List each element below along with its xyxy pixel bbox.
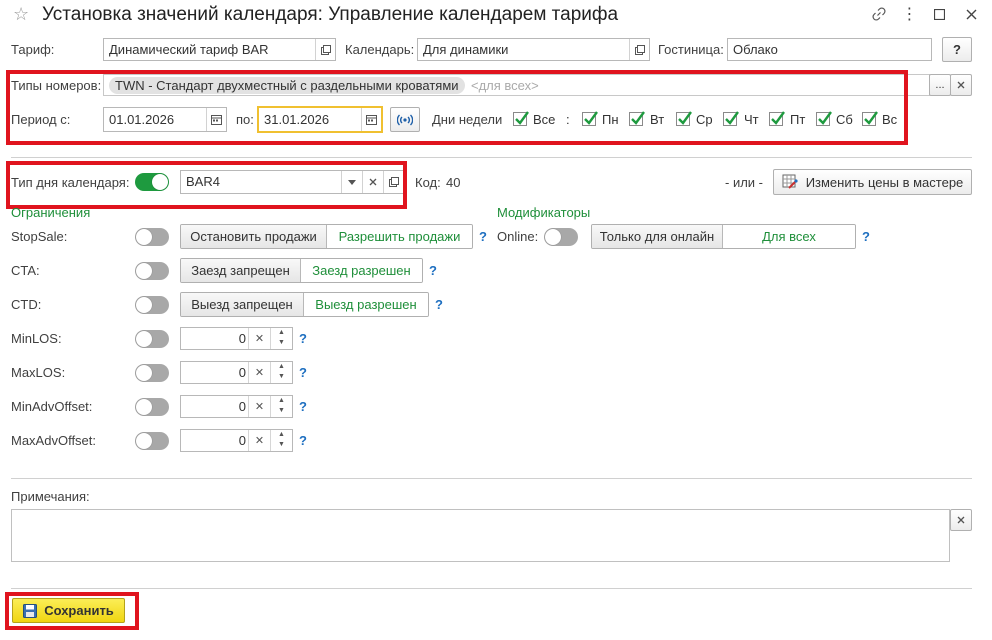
cta-allow-option[interactable]: Заезд разрешен bbox=[301, 259, 422, 282]
notes-label: Примечания: bbox=[11, 489, 90, 504]
maxlos-value: 0 bbox=[238, 365, 246, 380]
ctd-help[interactable]: ? bbox=[435, 297, 443, 313]
notes-textarea[interactable] bbox=[11, 509, 950, 562]
window-title: Установка значений календаря: Управление… bbox=[42, 4, 619, 25]
cta-toggle[interactable] bbox=[135, 262, 169, 280]
hotel-value: Облако bbox=[733, 42, 778, 57]
ctd-deny-option[interactable]: Выезд запрещен bbox=[181, 293, 304, 316]
maxlos-label: MaxLOS: bbox=[11, 365, 66, 380]
minadv-toggle[interactable] bbox=[135, 398, 169, 416]
close-icon[interactable] bbox=[960, 3, 982, 25]
clear-icon[interactable]: ✕ bbox=[248, 396, 270, 417]
stepper-icon[interactable]: ▲ ▼ bbox=[270, 362, 292, 383]
tariff-value: Динамический тариф BAR bbox=[109, 42, 269, 57]
minlos-toggle[interactable] bbox=[135, 330, 169, 348]
cta-label: CTA: bbox=[11, 263, 40, 278]
calendar-label: Календарь: bbox=[345, 42, 415, 57]
hotel-field[interactable]: Облако bbox=[727, 38, 932, 61]
stopsale-stop-option[interactable]: Остановить продажи bbox=[181, 225, 327, 248]
stopsale-help[interactable]: ? bbox=[479, 229, 487, 245]
minadv-input[interactable]: 0 ✕ ▲ ▼ bbox=[180, 395, 293, 418]
maxadv-help[interactable]: ? bbox=[299, 433, 307, 449]
stepper-icon[interactable]: ▲ ▼ bbox=[270, 396, 292, 417]
clear-icon[interactable]: ✕ bbox=[248, 430, 270, 451]
minadv-value: 0 bbox=[238, 399, 246, 414]
cta-help[interactable]: ? bbox=[429, 263, 437, 279]
stopsale-allow-option[interactable]: Разрешить продажи bbox=[327, 225, 472, 248]
ctd-toggle[interactable] bbox=[135, 296, 169, 314]
maxlos-input[interactable]: 0 ✕ ▲ ▼ bbox=[180, 361, 293, 384]
separator bbox=[11, 588, 972, 589]
open-tariff-icon[interactable] bbox=[315, 39, 335, 60]
ctd-allow-option[interactable]: Выезд разрешен bbox=[304, 293, 428, 316]
maxadv-value: 0 bbox=[238, 433, 246, 448]
wizard-icon bbox=[782, 174, 798, 189]
maxadv-input[interactable]: 0 ✕ ▲ ▼ bbox=[180, 429, 293, 452]
highlight-save-box bbox=[5, 592, 139, 630]
online-label: Online: bbox=[497, 229, 539, 244]
notes-clear-button[interactable] bbox=[950, 509, 972, 531]
minlos-label: MinLOS: bbox=[11, 331, 62, 346]
clear-icon[interactable]: ✕ bbox=[248, 362, 270, 383]
stopsale-switch[interactable]: Остановить продажи Разрешить продажи bbox=[180, 224, 473, 249]
stopsale-toggle[interactable] bbox=[135, 228, 169, 246]
or-label: - или - bbox=[725, 175, 763, 190]
separator bbox=[11, 157, 972, 158]
ctd-label: CTD: bbox=[11, 297, 42, 312]
calendar-value: Для динамики bbox=[423, 42, 509, 57]
minadv-label: MinAdvOffset: bbox=[11, 399, 93, 414]
cta-switch[interactable]: Заезд запрещен Заезд разрешен bbox=[180, 258, 423, 283]
maxadv-toggle[interactable] bbox=[135, 432, 169, 450]
maxlos-help[interactable]: ? bbox=[299, 365, 307, 381]
favorite-star-icon[interactable]: ☆ bbox=[13, 4, 29, 24]
maxlos-toggle[interactable] bbox=[135, 364, 169, 382]
online-switch[interactable]: Только для онлайн Для всех bbox=[591, 224, 856, 249]
room-types-more-button[interactable]: ... bbox=[929, 74, 951, 96]
highlight-day-type-box bbox=[6, 161, 407, 209]
minlos-input[interactable]: 0 ✕ ▲ ▼ bbox=[180, 327, 293, 350]
more-menu-icon[interactable]: ⋮ bbox=[898, 3, 920, 25]
separator bbox=[11, 478, 972, 479]
modifiers-header: Модификаторы bbox=[497, 205, 591, 220]
online-only-option[interactable]: Только для онлайн bbox=[592, 225, 723, 248]
hotel-label: Гостиница: bbox=[658, 42, 724, 57]
minlos-help[interactable]: ? bbox=[299, 331, 307, 347]
ctd-switch[interactable]: Выезд запрещен Выезд разрешен bbox=[180, 292, 429, 317]
highlight-filters-box bbox=[6, 70, 908, 145]
room-types-clear-button[interactable] bbox=[950, 74, 972, 96]
wizard-button-label: Изменить цены в мастере bbox=[805, 174, 964, 190]
stepper-icon[interactable]: ▲ ▼ bbox=[270, 430, 292, 451]
wizard-button[interactable]: Изменить цены в мастере bbox=[773, 169, 972, 195]
online-toggle[interactable] bbox=[544, 228, 578, 246]
tariff-field[interactable]: Динамический тариф BAR bbox=[103, 38, 336, 61]
minlos-value: 0 bbox=[238, 331, 246, 346]
cta-deny-option[interactable]: Заезд запрещен bbox=[181, 259, 301, 282]
code-label: Код: bbox=[415, 175, 441, 190]
minadv-help[interactable]: ? bbox=[299, 399, 307, 415]
help-button[interactable]: ? bbox=[942, 37, 972, 62]
clear-icon[interactable]: ✕ bbox=[248, 328, 270, 349]
restrictions-header: Ограничения bbox=[11, 205, 91, 220]
open-calendar-icon[interactable] bbox=[629, 39, 649, 60]
maxadv-label: MaxAdvOffset: bbox=[11, 433, 97, 448]
stopsale-label: StopSale: bbox=[11, 229, 68, 244]
code-value: 40 bbox=[446, 175, 461, 190]
maximize-icon[interactable] bbox=[928, 3, 950, 25]
stepper-icon[interactable]: ▲ ▼ bbox=[270, 328, 292, 349]
online-all-option[interactable]: Для всех bbox=[723, 225, 855, 248]
online-help[interactable]: ? bbox=[862, 229, 870, 245]
calendar-field[interactable]: Для динамики bbox=[417, 38, 650, 61]
tariff-label: Тариф: bbox=[11, 42, 55, 57]
link-icon[interactable] bbox=[868, 3, 890, 25]
